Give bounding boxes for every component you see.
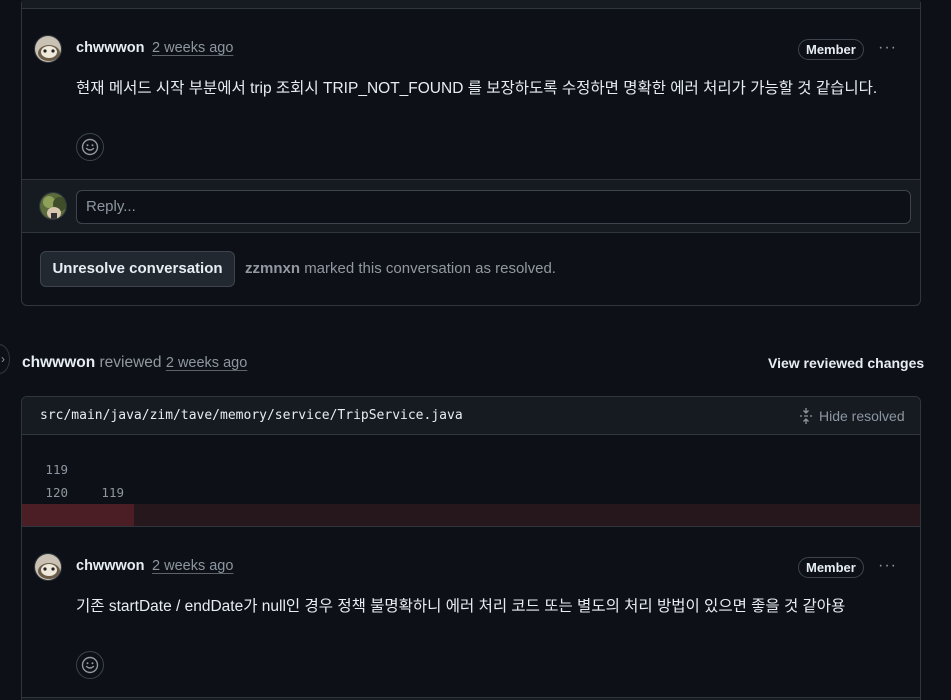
comment-author[interactable]: chwwwon <box>76 40 144 56</box>
reviewer-name[interactable]: chwwwon <box>22 354 95 371</box>
comment-body: 기존 startDate / endDate가 null인 경우 정책 불명확하… <box>76 598 846 615</box>
comment-author[interactable]: chwwwon <box>76 558 144 574</box>
comment-body: 현재 메서드 시작 부분에서 trip 조회시 TRIP_NOT_FOUND 를… <box>76 80 878 97</box>
reply-input[interactable]: Reply... <box>76 190 911 224</box>
unresolve-conversation-button[interactable]: Unresolve conversation <box>40 251 235 287</box>
smiley-icon <box>81 656 99 674</box>
kebab-menu-icon[interactable]: ··· <box>878 557 897 575</box>
add-reaction-button[interactable] <box>76 651 104 679</box>
resolved-thread-card: chwwwon 2 weeks ago Member ··· 현재 메서드 시작… <box>21 0 921 306</box>
resolved-message: marked this conversation as resolved. <box>304 260 556 277</box>
fold-icon <box>800 408 812 424</box>
member-badge: Member <box>798 557 864 578</box>
add-reaction-button[interactable] <box>76 133 104 161</box>
review-header: chwwwon reviewed 2 weeks ago <box>22 354 247 372</box>
diff-line[interactable]: 121 121 } <box>22 481 920 569</box>
inline-comment-thread: chwwwon 2 weeks ago Member ··· 기존 startD… <box>22 526 920 700</box>
avatar[interactable] <box>34 553 62 581</box>
kebab-menu-icon[interactable]: ··· <box>878 39 897 57</box>
file-header: src/main/java/zim/tave/memory/service/Tr… <box>22 397 920 435</box>
resolver-username[interactable]: zzmnxn <box>245 260 300 277</box>
hide-resolved-button[interactable]: Hide resolved <box>798 407 905 425</box>
file-path[interactable]: src/main/java/zim/tave/memory/service/Tr… <box>40 408 463 423</box>
review-timestamp[interactable]: 2 weeks ago <box>166 355 247 371</box>
comment-timestamp[interactable]: 2 weeks ago <box>152 558 233 574</box>
diff-line-deleted[interactable]: 122 - if (request.getStartDate() != null… <box>22 504 920 638</box>
thread-top-strip <box>22 0 920 9</box>
reply-zone: Reply... <box>22 179 920 233</box>
review-action: reviewed <box>99 354 162 371</box>
member-badge: Member <box>798 39 864 60</box>
deleted-line-gutter <box>22 504 134 527</box>
file-diff-card: src/main/java/zim/tave/memory/service/Tr… <box>21 396 921 700</box>
smiley-icon <box>81 138 99 156</box>
view-reviewed-changes-link[interactable]: View reviewed changes <box>768 355 924 371</box>
chevron-right-icon[interactable]: › <box>0 344 10 374</box>
current-user-avatar[interactable] <box>39 192 67 220</box>
resolved-status-text: zzmnxn marked this conversation as resol… <box>245 260 556 277</box>
hide-resolved-label: Hide resolved <box>819 408 905 424</box>
avatar[interactable] <box>34 35 62 63</box>
diff-line[interactable]: 119 119 if (request.getDescription() != … <box>22 435 920 523</box>
diff-line[interactable]: 120 120 throw new CustomException(ErrorC… <box>22 458 920 546</box>
comment-timestamp[interactable]: 2 weeks ago <box>152 40 233 56</box>
